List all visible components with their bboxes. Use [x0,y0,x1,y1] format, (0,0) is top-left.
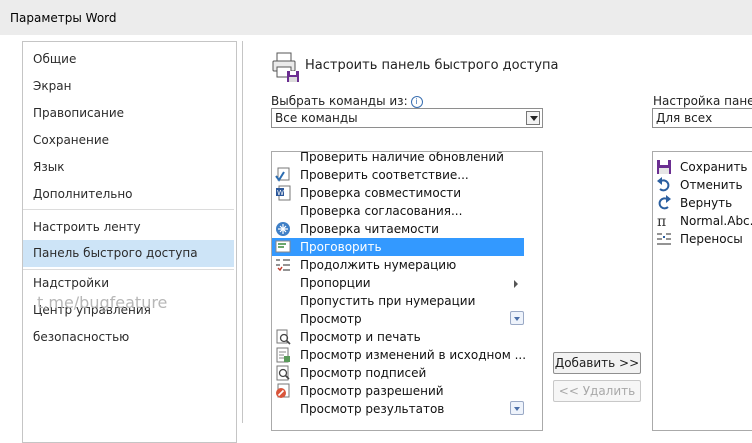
quick-access-toolbar-icon [272,52,299,82]
list-item[interactable]: Вернуть [653,194,752,212]
word-doc-icon: W [276,185,291,201]
list-item[interactable]: Проверка согласования... [272,202,524,220]
sidebar-item-quick-access-toolbar[interactable]: Панель быстрого доступа [23,240,234,267]
sidebar-item-general[interactable]: Общие [23,46,234,73]
check-compliance-icon [275,167,290,182]
list-item-label: Проверить соответствие... [300,168,469,182]
list-item[interactable]: π Normal.Abc.M [653,212,752,230]
list-item[interactable]: Просмотр разрешений [272,382,524,400]
readability-icon [276,222,290,236]
sidebar-item-advanced[interactable]: Дополнительно [23,181,234,208]
list-item-label: Продолжить нумерацию [300,258,457,272]
list-item[interactable]: Пропустить при нумерации [272,292,524,310]
add-button[interactable]: Добавить >> [553,352,641,374]
list-item-label: Проверка читаемости [300,222,439,236]
list-item-label: Просмотр результатов [300,402,445,416]
customize-toolbar-value: Для всех документ [656,111,713,125]
dropdown-icon [510,401,524,415]
list-item[interactable]: Просмотр и печать [272,328,524,346]
list-item-label: Просмотр подписей [300,366,427,380]
list-item[interactable]: Проверка читаемости [272,220,524,238]
customize-toolbar-select[interactable]: Для всех документ [652,108,752,128]
list-item[interactable]: Сохранить [653,158,752,176]
choose-commands-label: Выбрать команды из: i [271,94,423,108]
choose-commands-value: Все команды [275,111,358,125]
permissions-icon [276,383,290,398]
list-item-label: Просмотр изменений в исходном ... [300,348,527,362]
choose-commands-select[interactable]: Все команды [271,108,543,128]
list-item[interactable]: Просмотр изменений в исходном ... [272,346,527,364]
sidebar-item-customize-ribbon[interactable]: Настроить ленту [23,214,234,241]
speak-icon [275,240,291,253]
main-panel: Настроить панель быстрого доступа Выбрат… [242,41,752,431]
list-item-label: Отменить [680,178,743,192]
window-title: Параметры Word [10,11,117,25]
choose-commands-label-text: Выбрать команды из: [271,94,408,108]
redo-icon [658,195,671,210]
customize-toolbar-label: Настройка панели [653,94,752,108]
list-item-label: Пропорции [300,276,371,290]
list-item[interactable]: Просмотр подписей [272,364,524,382]
list-item-label: Просмотр [300,312,362,326]
sidebar-divider [23,209,234,210]
sidebar-item-display[interactable]: Экран [23,73,234,100]
list-item[interactable]: Проверить наличие обновлений [272,151,524,166]
remove-button[interactable]: << Удалить [553,380,641,402]
list-item-selected[interactable]: Проговорить [272,238,524,256]
sidebar-item-save[interactable]: Сохранение [23,127,234,154]
list-item[interactable]: Просмотр [272,310,524,328]
chevron-down-icon[interactable] [526,111,540,125]
sidebar: Общие Экран Правописание Сохранение Язык… [22,41,237,443]
toolbar-commands-list[interactable]: Сохранить Отменить Вернуть π Normal.Abc.… [652,151,752,431]
list-item-label: Вернуть [680,196,733,210]
list-item[interactable]: Переносы [653,230,752,248]
list-item[interactable]: Продолжить нумерацию [272,256,524,274]
list-item[interactable]: Пропорции [272,274,524,292]
list-item[interactable]: Проверить соответствие... [272,166,524,184]
hyphenation-icon [657,233,671,245]
sidebar-item-proofing[interactable]: Правописание [23,100,234,127]
watermark: t.me/bugfeature [37,293,168,312]
svg-text:π: π [657,214,666,229]
info-icon: i [410,96,423,108]
undo-icon [657,177,670,192]
list-item[interactable]: Отменить [653,176,752,194]
svg-text:W: W [277,189,284,197]
numbering-icon [276,259,290,272]
list-item-label: Просмотр разрешений [300,384,444,398]
list-item[interactable]: W Проверка совместимости [272,184,524,202]
page-title: Настроить панель быстрого доступа [305,58,559,73]
title-bar: Параметры Word [0,0,752,36]
list-item-label: Проговорить [300,240,382,254]
list-item[interactable]: Просмотр результатов [272,400,524,418]
pi-icon: π [657,214,666,229]
options-window: Общие Экран Правописание Сохранение Язык… [0,35,752,443]
dropdown-icon [510,311,524,325]
list-item-label: Просмотр и печать [300,330,421,344]
list-item-label: Проверка совместимости [300,186,462,200]
commands-list[interactable]: Проверить наличие обновлений Проверить с… [271,151,543,431]
save-icon [657,160,671,174]
sidebar-item-language[interactable]: Язык [23,154,234,181]
list-item-label: Normal.Abc.M [680,214,752,228]
list-item-label: Пропустить при нумерации [300,294,476,308]
signature-icon [276,365,290,381]
list-item-label: Переносы [680,232,743,246]
submenu-arrow-icon [514,280,518,288]
list-item-label: Проверка согласования... [300,204,463,218]
changes-icon [276,347,290,363]
list-item-label: Проверить наличие обновлений [300,151,504,164]
print-preview-icon [276,329,291,345]
list-item-label: Сохранить [680,160,748,174]
